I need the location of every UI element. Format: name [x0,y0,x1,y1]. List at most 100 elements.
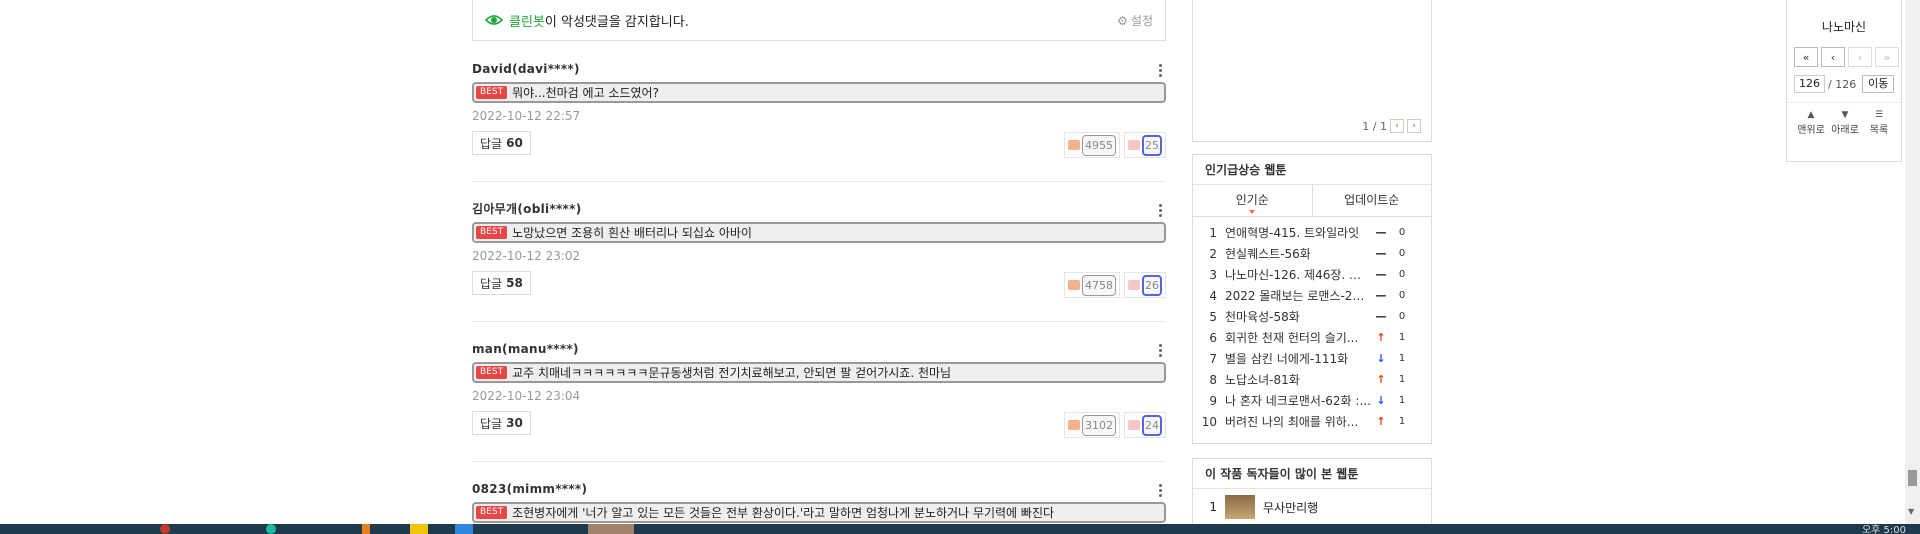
rising-list-item[interactable]: 8 노답소녀-81화 ↑ 1 [1193,369,1431,390]
vote-group: 4758 26 [1064,272,1166,298]
tab-popular[interactable]: 인기순 [1193,185,1313,216]
scrollbar-thumb[interactable] [1908,470,1917,486]
rank-number: 2 [1209,246,1217,261]
rank-change: 1 [1398,332,1406,343]
list-label: 목록 [1869,125,1889,136]
comment-text: 뭐야...천마검 에고 소드였어? [512,86,659,100]
rank-number: 3 [1209,267,1217,282]
nav-title: 나노마신 [1821,20,1867,34]
dislike-button[interactable]: 24 [1124,412,1166,438]
taskbar-app-icon[interactable] [160,524,170,534]
webtoon-thumbnail [1225,495,1255,519]
like-count: 3102 [1082,414,1116,436]
rank-number: 4 [1209,288,1217,303]
comment-body: BEST 교주 치매네ㅋㅋㅋㅋㅋㅋㅋ문규동생처럼 전기치료해보고, 안되면 팔 … [472,362,1166,383]
thumbs-up-icon [1068,140,1080,150]
rank-change: 0 [1398,311,1406,322]
best-badge: BEST [476,226,508,239]
more-options-icon[interactable] [1154,62,1166,78]
go-button[interactable]: 이동 [1862,75,1895,93]
total-pages: / 126 [1828,77,1857,91]
comment-text: 노망났으면 조용히 흰산 배터리나 되십쇼 아바이 [512,226,752,240]
taskbar-app-icon[interactable] [455,524,473,534]
rank-title: 연애혁명-415. 트와일라잇 [1225,226,1360,240]
comment-author: man(manu****) [472,342,579,356]
rank-title: 현실퀘스트-56화 [1225,247,1311,261]
dislike-count: 25 [1142,134,1162,156]
taskbar-app-icon[interactable] [266,524,276,534]
dislike-button[interactable]: 26 [1124,272,1166,298]
dislike-button[interactable]: 25 [1124,132,1166,158]
rank-change: 1 [1398,353,1406,364]
last-page-button[interactable]: » [1875,47,1899,67]
rank-number: 7 [1209,351,1217,366]
page-scrollbar[interactable]: ▼ [1905,0,1920,524]
reply-button[interactable]: 답글 30 [472,411,531,435]
rising-list-item[interactable]: 7 별을 삼킨 너에게-111화 ↓ 1 [1193,348,1431,369]
chevron-right-icon[interactable]: › [1407,119,1421,133]
like-count: 4955 [1082,134,1116,156]
rank-title: 별을 삼킨 너에게-111화 [1225,352,1349,366]
comment-item: 0823(mimm****) BEST 조현병자에게 '너가 알고 있는 모든 … [472,480,1166,523]
rising-list-item[interactable]: 2 현실퀘스트-56화 — 0 [1193,243,1431,264]
rank-number: 5 [1209,309,1217,324]
taskbar-app-icon[interactable] [362,524,370,534]
scroll-down-arrow-icon[interactable]: ▼ [1908,507,1914,516]
next-page-button[interactable]: › [1848,47,1872,67]
reply-label: 답글 [480,136,503,151]
rank-number: 6 [1209,330,1217,345]
scroll-top-label: 맨위로 [1797,125,1825,136]
chevron-left-icon[interactable]: ‹ [1390,119,1404,133]
more-options-icon[interactable] [1154,482,1166,498]
comment-item: 김아무개(obli****) BEST 노망났으면 조용히 흰산 배터리나 되십… [472,200,1166,298]
rising-webtoons-panel: 인기급상승 웹툰 인기순 업데이트순 1 연애혁명-415. 트와일라잇 — 0 2 현실… [1192,154,1432,444]
comment-divider [472,181,1166,182]
rank-title: 버려진 나의 최애를 위하... [1225,415,1359,429]
rank-change: 0 [1398,269,1406,280]
scroll-top-button[interactable]: ▲ 맨위로 [1794,109,1828,136]
trend-arrow-down-icon: ↓ [1376,352,1386,365]
more-options-icon[interactable] [1154,202,1166,218]
rising-list-item[interactable]: 4 2022 몰래보는 로맨스-21... — 0 [1193,285,1431,306]
like-count: 4758 [1082,274,1116,296]
featured-panel: 1 / 1 ‹ › [1192,0,1432,142]
first-page-button[interactable]: « [1794,47,1818,67]
cleanbot-message: 이 악성댓글을 감지합니다. [544,14,689,30]
readers-also-viewed-panel: 이 작품 독자들이 많이 본 웹툰 1 무사만리행 [1192,458,1432,534]
scroll-bottom-button[interactable]: ▼ 아래로 [1828,109,1862,136]
tab-updated[interactable]: 업데이트순 [1313,185,1432,216]
rising-list-item[interactable]: 5 천마육성-58화 — 0 [1193,306,1431,327]
trend-dash-icon: — [1375,310,1387,323]
list-button[interactable]: ☰ 목록 [1862,109,1896,136]
more-options-icon[interactable] [1154,342,1166,358]
settings-label: 설정 [1130,14,1153,28]
list-icon: ☰ [1874,110,1884,120]
rising-list-item[interactable]: 9 나 혼자 네크로맨서-62화 :... ↓ 1 [1193,390,1431,411]
trend-arrow-down-icon: ↓ [1376,394,1386,407]
taskbar-app-icon[interactable] [410,524,428,534]
rank-change: 1 [1398,395,1406,406]
taskbar-active-app[interactable] [588,524,634,534]
list-item[interactable]: 1 무사만리행 [1193,489,1431,519]
reply-label: 답글 [480,276,503,291]
like-button[interactable]: 4758 [1064,272,1120,298]
cleanbot-settings-button[interactable]: ⚙ 설정 [1117,12,1153,29]
thumbs-down-icon [1128,280,1140,290]
page-input[interactable]: 126 [1794,75,1825,93]
rank-title: 나 혼자 네크로맨서-62화 :... [1225,394,1371,408]
like-button[interactable]: 4955 [1064,132,1120,158]
prev-page-button[interactable]: ‹ [1821,47,1845,67]
rank-change: 0 [1398,248,1406,259]
reply-button[interactable]: 답글 60 [472,131,531,155]
comment-divider [472,461,1166,462]
reply-button[interactable]: 답글 58 [472,271,531,295]
rising-list-item[interactable]: 6 회귀한 천재 헌터의 슬기... ↑ 1 [1193,327,1431,348]
rising-list-item[interactable]: 10 버려진 나의 최애를 위하... ↑ 1 [1193,411,1431,432]
thumbs-down-icon [1128,140,1140,150]
rising-list-item[interactable]: 3 나노마신-126. 제46장. 진... — 0 [1193,264,1431,285]
rank-number: 10 [1201,414,1217,429]
readers-item-title: 무사만리행 [1263,500,1319,515]
like-button[interactable]: 3102 [1064,412,1120,438]
rising-list-item[interactable]: 1 연애혁명-415. 트와일라잇 — 0 [1193,222,1431,243]
gear-icon: ⚙ [1117,13,1128,28]
